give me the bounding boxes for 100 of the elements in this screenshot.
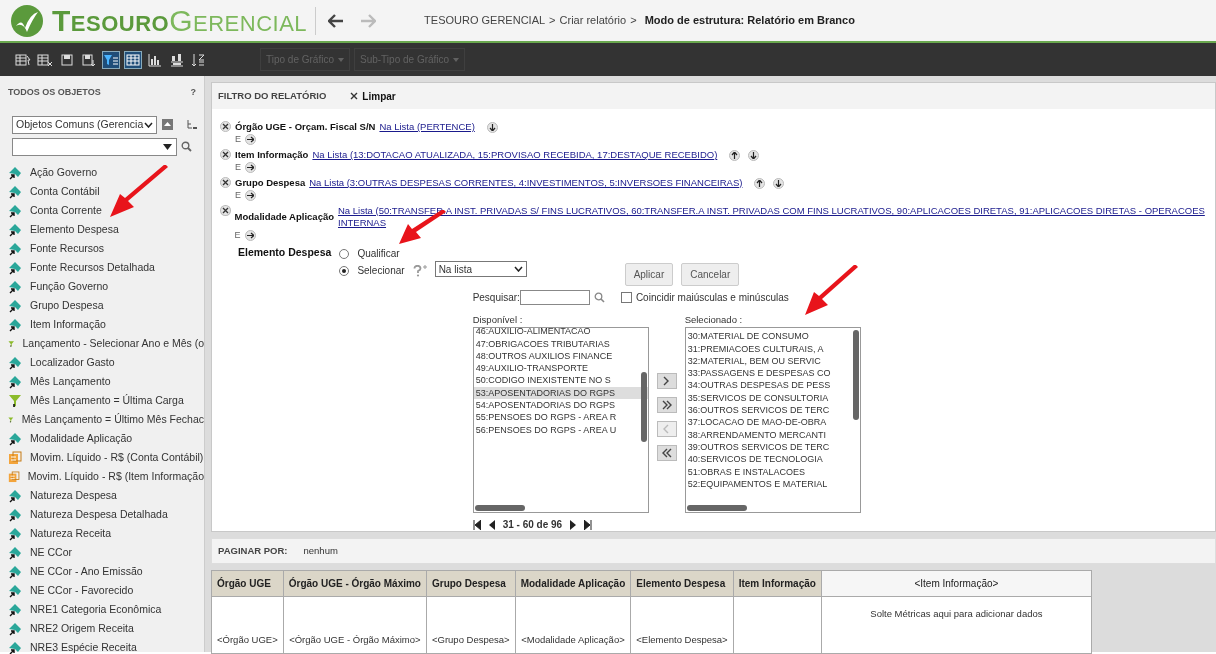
cancel-button[interactable]: Cancelar (681, 263, 740, 286)
previous-page-icon[interactable] (488, 519, 495, 530)
remove-icon[interactable] (220, 149, 231, 160)
move-down-icon[interactable] (486, 121, 498, 133)
list-option[interactable]: 40:SERVICOS DE TECNOLOGIA (685, 453, 860, 466)
sidebar-item[interactable]: Lançamento - Selecionar Ano e Mês (o (8, 334, 204, 354)
move-down-icon[interactable] (748, 149, 760, 161)
sidebar-item[interactable]: Mês Lançamento (8, 372, 204, 392)
list-option[interactable]: 39:OUTROS SERVICOS DE TERC (685, 440, 860, 454)
breadcrumb-link[interactable]: TESOURO GERENCIAL (424, 12, 546, 29)
sidebar-item[interactable]: Ação Governo (8, 163, 204, 183)
list-option[interactable]: 55:PENSOES DO RGPS - AREA R (473, 411, 648, 424)
list-option[interactable]: 31:PREMIACOES CULTURAIS, A (685, 342, 860, 355)
next-page-icon[interactable] (570, 519, 577, 530)
close-icon[interactable] (350, 92, 359, 100)
arrow-right-icon[interactable] (244, 229, 256, 241)
sidebar-item[interactable]: NRE1 Categoria Econômica (8, 600, 204, 620)
filter-icon[interactable] (102, 50, 120, 69)
sidebar-item[interactable]: NE CCor - Favorecido (8, 581, 204, 601)
apply-button[interactable]: Aplicar (624, 263, 674, 286)
list-option[interactable]: 32:MATERIAL, BEM OU SERVIC (685, 354, 860, 368)
clear-button[interactable]: Limpar (350, 88, 396, 104)
list-option[interactable]: 56:PENSOES DO RGPS - AREA U (473, 423, 648, 436)
sidebar-item[interactable]: NRE3 Espécie Receita (8, 638, 204, 654)
search-icon[interactable] (181, 141, 192, 152)
row-header[interactable]: Modalidade Aplicação (515, 570, 631, 597)
first-page-icon[interactable] (472, 519, 481, 530)
double-chevron-right-icon[interactable] (661, 400, 672, 410)
list-option[interactable]: 38:ARRENDAMENTO MERCANTI (685, 428, 860, 441)
list-option[interactable]: 37:LOCACAO DE MAO-DE-OBRA (685, 416, 860, 429)
help-link[interactable]: ? (190, 86, 196, 100)
sidebar-item[interactable]: Conta Corrente (8, 201, 204, 221)
condition-value-link[interactable]: Na Lista (PERTENCE) (379, 121, 475, 133)
move-down-icon[interactable] (773, 177, 785, 189)
sidebar-item[interactable]: Mês Lançamento = Última Carga (8, 391, 204, 411)
caret-icon[interactable] (163, 143, 172, 150)
remove-icon[interactable] (220, 177, 231, 188)
arrow-right-icon[interactable] (245, 133, 256, 145)
tree-icon[interactable] (186, 118, 198, 131)
sidebar-item[interactable]: NRE2 Origem Receita (8, 619, 204, 639)
move-up-icon[interactable] (754, 177, 766, 189)
add-all-button[interactable] (656, 397, 677, 413)
page-range-dropdown[interactable]: 31 - 60 de 96 (502, 517, 563, 533)
sidebar-item[interactable]: Função Governo (8, 277, 204, 297)
sidebar-item[interactable]: Fonte Recursos Detalhada (8, 258, 204, 278)
sidebar-item[interactable]: Natureza Despesa (8, 486, 204, 506)
caret-icon[interactable] (144, 121, 153, 128)
available-list[interactable] (472, 327, 649, 514)
sidebar-item[interactable]: Conta Contábil (8, 182, 204, 202)
condition-value-link[interactable]: Na Lista (13:DOTACAO ATUALIZADA, 15:PROVISAO RECEBIDA, 17:DESTAQUE RECEBIDO) (312, 149, 718, 161)
list-option[interactable]: 49:AUXILIO-TRANSPORTE (473, 362, 648, 375)
sidebar-item[interactable]: Mês Lançamento = Último Mês Fechac (8, 410, 204, 430)
row-header[interactable]: Órgão UGE (211, 570, 284, 597)
list-option[interactable]: 47:OBRIGACOES TRIBUTARIAS (473, 337, 648, 350)
radio-option[interactable]: Selecionar (339, 262, 405, 279)
selected-list[interactable] (684, 327, 861, 514)
list-option[interactable]: 30:MATERIAL DE CONSUMO (685, 330, 860, 343)
search-icon[interactable] (593, 292, 605, 303)
folder-select[interactable]: Objetos Comuns (Gerencia (12, 115, 157, 134)
sidebar-item[interactable]: Elemento Despesa (8, 220, 204, 240)
arrow-right-icon[interactable] (245, 189, 256, 201)
sidebar-item[interactable]: Item Informação (8, 315, 204, 335)
row-header[interactable]: Grupo Despesa (426, 570, 516, 597)
operator-select[interactable]: Na lista (434, 261, 527, 277)
remove-icon[interactable] (220, 205, 231, 216)
arrow-right-icon[interactable] (245, 161, 256, 173)
row-header[interactable]: Item Informação (733, 570, 822, 597)
sidebar-item[interactable]: Movim. Líquido - R$ (Item Informação (8, 467, 204, 487)
add-button[interactable] (656, 373, 677, 389)
row-header[interactable]: Órgão UGE - Órgão Máximo (283, 570, 427, 597)
column-header[interactable]: <Item Informação> (821, 570, 1092, 597)
back-arrow-icon[interactable] (328, 13, 345, 28)
list-option[interactable]: 34:OUTRAS DESPESAS DE PESS (685, 379, 860, 392)
list-option[interactable]: 48:OUTROS AUXILIOS FINANCE (473, 349, 648, 363)
radio-option[interactable]: Qualificar (339, 245, 405, 262)
condition-value-link[interactable]: Na Lista (50:TRANSFER.A INST. PRIVADAS S/ FINS LUCRATIVOS, 60:TRANSFER.A INST. PRIVADAS COM FINS LUCRATIVOS, 90:APLICACOES DIRETAS, 91:APLICACOES DIRETAS - OPERACOES INTERNAS (338, 205, 1207, 229)
sidebar-item[interactable]: Natureza Receita (8, 524, 204, 544)
list-option[interactable]: 54:APOSENTADORIAS DO RGPS (473, 399, 648, 412)
search-field[interactable] (519, 290, 590, 305)
condition-value-link[interactable]: Na Lista (3:OUTRAS DESPESAS CORRENTES, 4:INVESTIMENTOS, 5:INVERSOES FINANCEIRAS) (309, 177, 743, 189)
grid-icon[interactable] (124, 50, 142, 69)
sidebar-item[interactable]: Movim. Líquido - R$ (Conta Contábil) (8, 448, 204, 468)
row-header[interactable]: Elemento Despesa (630, 570, 734, 597)
breadcrumb-link[interactable]: Criar relatório (559, 12, 627, 29)
list-option[interactable]: 53:APOSENTADORIAS DO RGPS (473, 386, 648, 400)
list-option[interactable]: 51:OBRAS E INSTALACOES (685, 465, 860, 478)
sidebar-item[interactable]: Natureza Despesa Detalhada (8, 505, 204, 525)
list-option[interactable]: 33:PASSAGENS E DESPESAS CO (685, 367, 860, 380)
sidebar-item[interactable]: NE CCor - Ano Emissão (8, 562, 204, 582)
sidebar-item[interactable]: Grupo Despesa (8, 296, 204, 316)
list-option[interactable]: 50:CODIGO INEXISTENTE NO S (473, 374, 648, 387)
sidebar-item[interactable]: Fonte Recursos (8, 239, 204, 259)
last-page-icon[interactable] (584, 519, 593, 530)
double-chevron-left-icon[interactable] (661, 448, 672, 458)
sidebar-item[interactable]: NE CCor (8, 543, 204, 563)
list-option[interactable]: 46:AUXILIO-ALIMENTACAO (473, 328, 648, 338)
sidebar-item[interactable]: Modalidade Aplicação (8, 429, 204, 449)
remove-icon[interactable] (220, 121, 231, 132)
folder-up-icon[interactable] (161, 118, 174, 131)
sidebar-item[interactable]: Localizador Gasto (8, 353, 204, 373)
